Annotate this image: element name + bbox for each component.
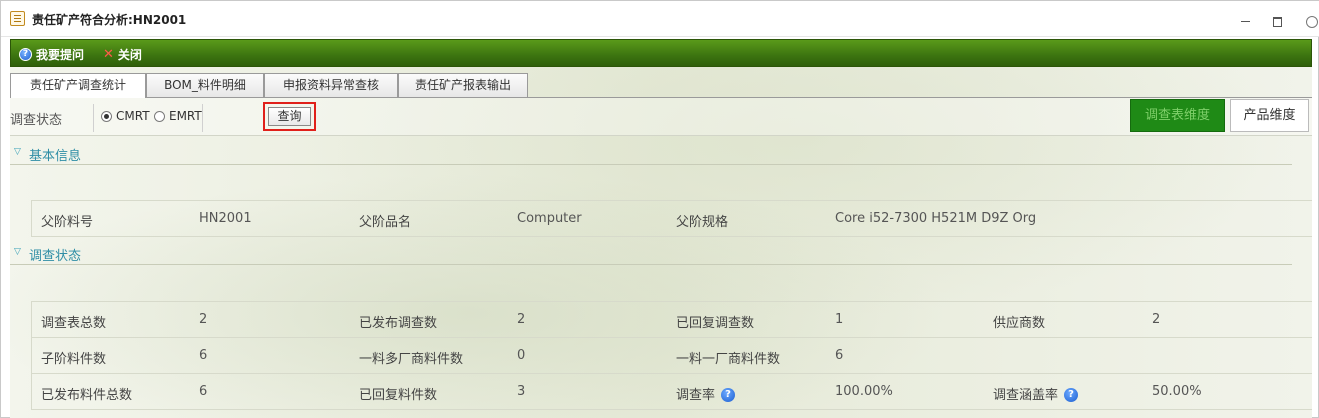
tab-report-output[interactable]: 责任矿产报表输出 — [398, 73, 528, 97]
help-icon[interactable]: ? — [1064, 388, 1079, 402]
close-icon: ✕ — [103, 47, 114, 62]
help-icon[interactable]: ? — [721, 388, 736, 402]
field-value: Core i52-7300 H521M D9Z Org — [835, 211, 1037, 226]
field-label: 一料多厂商料件数 — [359, 352, 464, 367]
survey-status-header[interactable]: ▽ 调查状态 — [10, 245, 1292, 265]
field-value: 2 — [517, 312, 526, 327]
survey-dimension-button[interactable]: 调查表维度 — [1130, 99, 1225, 132]
field-value: 100.00% — [835, 384, 893, 399]
coverage-rate-label-wrap: 调查涵盖率? — [993, 384, 1079, 403]
divider — [93, 104, 94, 132]
field-label: 调查涵盖率 — [993, 388, 1059, 403]
field-label: 调查率 — [676, 388, 716, 403]
field-value: 6 — [835, 348, 844, 363]
close-button[interactable]: ✕ 关闭 — [103, 46, 142, 63]
field-value: 1 — [835, 312, 844, 327]
query-button-highlight: 查询 — [263, 102, 316, 131]
field-value: HN2001 — [199, 211, 252, 226]
field-value: 50.00% — [1152, 384, 1202, 399]
field-label: 子阶料件数 — [41, 352, 107, 367]
field-value: 2 — [1152, 312, 1161, 327]
title-bar: 责任矿产符合分析:HN2001 — [1, 1, 1319, 37]
survey-status-grid: 调查表总数 2 已发布调查数 2 已回复调查数 1 供应商数 2 子阶料件数 6… — [31, 301, 1312, 410]
field-label: 已回复调查数 — [676, 316, 755, 331]
tab-bom-details[interactable]: BOM_料件明细 — [146, 73, 264, 97]
product-dimension-button[interactable]: 产品维度 — [1230, 99, 1309, 132]
field-label: 调查表总数 — [41, 316, 107, 331]
close-label: 关闭 — [117, 48, 142, 62]
basic-info-title: 基本信息 — [29, 149, 82, 164]
field-label: 已发布调查数 — [359, 316, 438, 331]
divider — [202, 104, 203, 132]
field-label: 已发布料件总数 — [41, 388, 133, 403]
query-bar: 调查状态 CMRT EMRT 查询 调查表维度 产品维度 — [10, 98, 1312, 136]
tab-declaration-check[interactable]: 申报资料异常查核 — [264, 73, 398, 97]
field-label: 父阶料号 — [41, 215, 94, 230]
query-button[interactable]: 查询 — [268, 107, 311, 126]
table-row: 子阶料件数 6 一料多厂商料件数 0 一料一厂商料件数 6 — [32, 338, 1312, 374]
table-row: 调查表总数 2 已发布调查数 2 已回复调查数 1 供应商数 2 — [32, 302, 1312, 338]
help-icon: ? — [19, 48, 32, 61]
basic-info-header[interactable]: ▽ 基本信息 — [10, 145, 1292, 165]
tab-strip: 责任矿产调查统计 BOM_料件明细 申报资料异常查核 责任矿产报表输出 — [10, 73, 1312, 98]
minimize-icon[interactable] — [1240, 15, 1252, 27]
table-row: 父阶料号 HN2001 父阶品名 Computer 父阶规格 Core i52-… — [32, 201, 1312, 237]
collapse-arrow-icon: ▽ — [14, 247, 21, 257]
field-value: 6 — [199, 384, 208, 399]
action-toolbar: ? 我要提问 ✕ 关闭 — [10, 39, 1312, 67]
field-value: 6 — [199, 348, 208, 363]
maximize-icon[interactable] — [1271, 15, 1283, 27]
collapse-arrow-icon: ▽ — [14, 147, 21, 157]
emrt-radio[interactable] — [154, 111, 165, 122]
table-row: 已发布料件总数 6 已回复料件数 3 调查率? 100.00% 调查涵盖率? 5… — [32, 374, 1312, 410]
field-label: 已回复料件数 — [359, 388, 438, 403]
field-value: 0 — [517, 348, 526, 363]
cmrt-label[interactable]: CMRT — [116, 109, 150, 123]
tab-survey-stats[interactable]: 责任矿产调查统计 — [10, 73, 146, 98]
field-value: 2 — [199, 312, 208, 327]
basic-info-grid: 父阶料号 HN2001 父阶品名 Computer 父阶规格 Core i52-… — [31, 200, 1312, 237]
field-label: 父阶品名 — [359, 215, 412, 230]
status-label: 调查状态 — [10, 113, 63, 128]
ask-question-button[interactable]: ? 我要提问 — [19, 46, 84, 63]
field-value: Computer — [517, 211, 582, 226]
close-window-icon[interactable] — [1304, 15, 1318, 28]
cmrt-radio[interactable] — [101, 111, 112, 122]
field-label: 一料一厂商料件数 — [676, 352, 781, 367]
document-icon — [10, 11, 25, 26]
survey-status-title: 调查状态 — [29, 249, 82, 264]
app-window: 责任矿产符合分析:HN2001 ? 我要提问 ✕ 关闭 责任矿产调查统计 BOM… — [0, 0, 1319, 418]
survey-rate-label-wrap: 调查率? — [676, 384, 736, 403]
emrt-label[interactable]: EMRT — [169, 109, 202, 123]
window-title: 责任矿产符合分析:HN2001 — [32, 13, 187, 27]
field-value: 3 — [517, 384, 526, 399]
field-label: 父阶规格 — [676, 215, 729, 230]
ask-question-label: 我要提问 — [36, 48, 85, 62]
field-label: 供应商数 — [993, 316, 1046, 331]
